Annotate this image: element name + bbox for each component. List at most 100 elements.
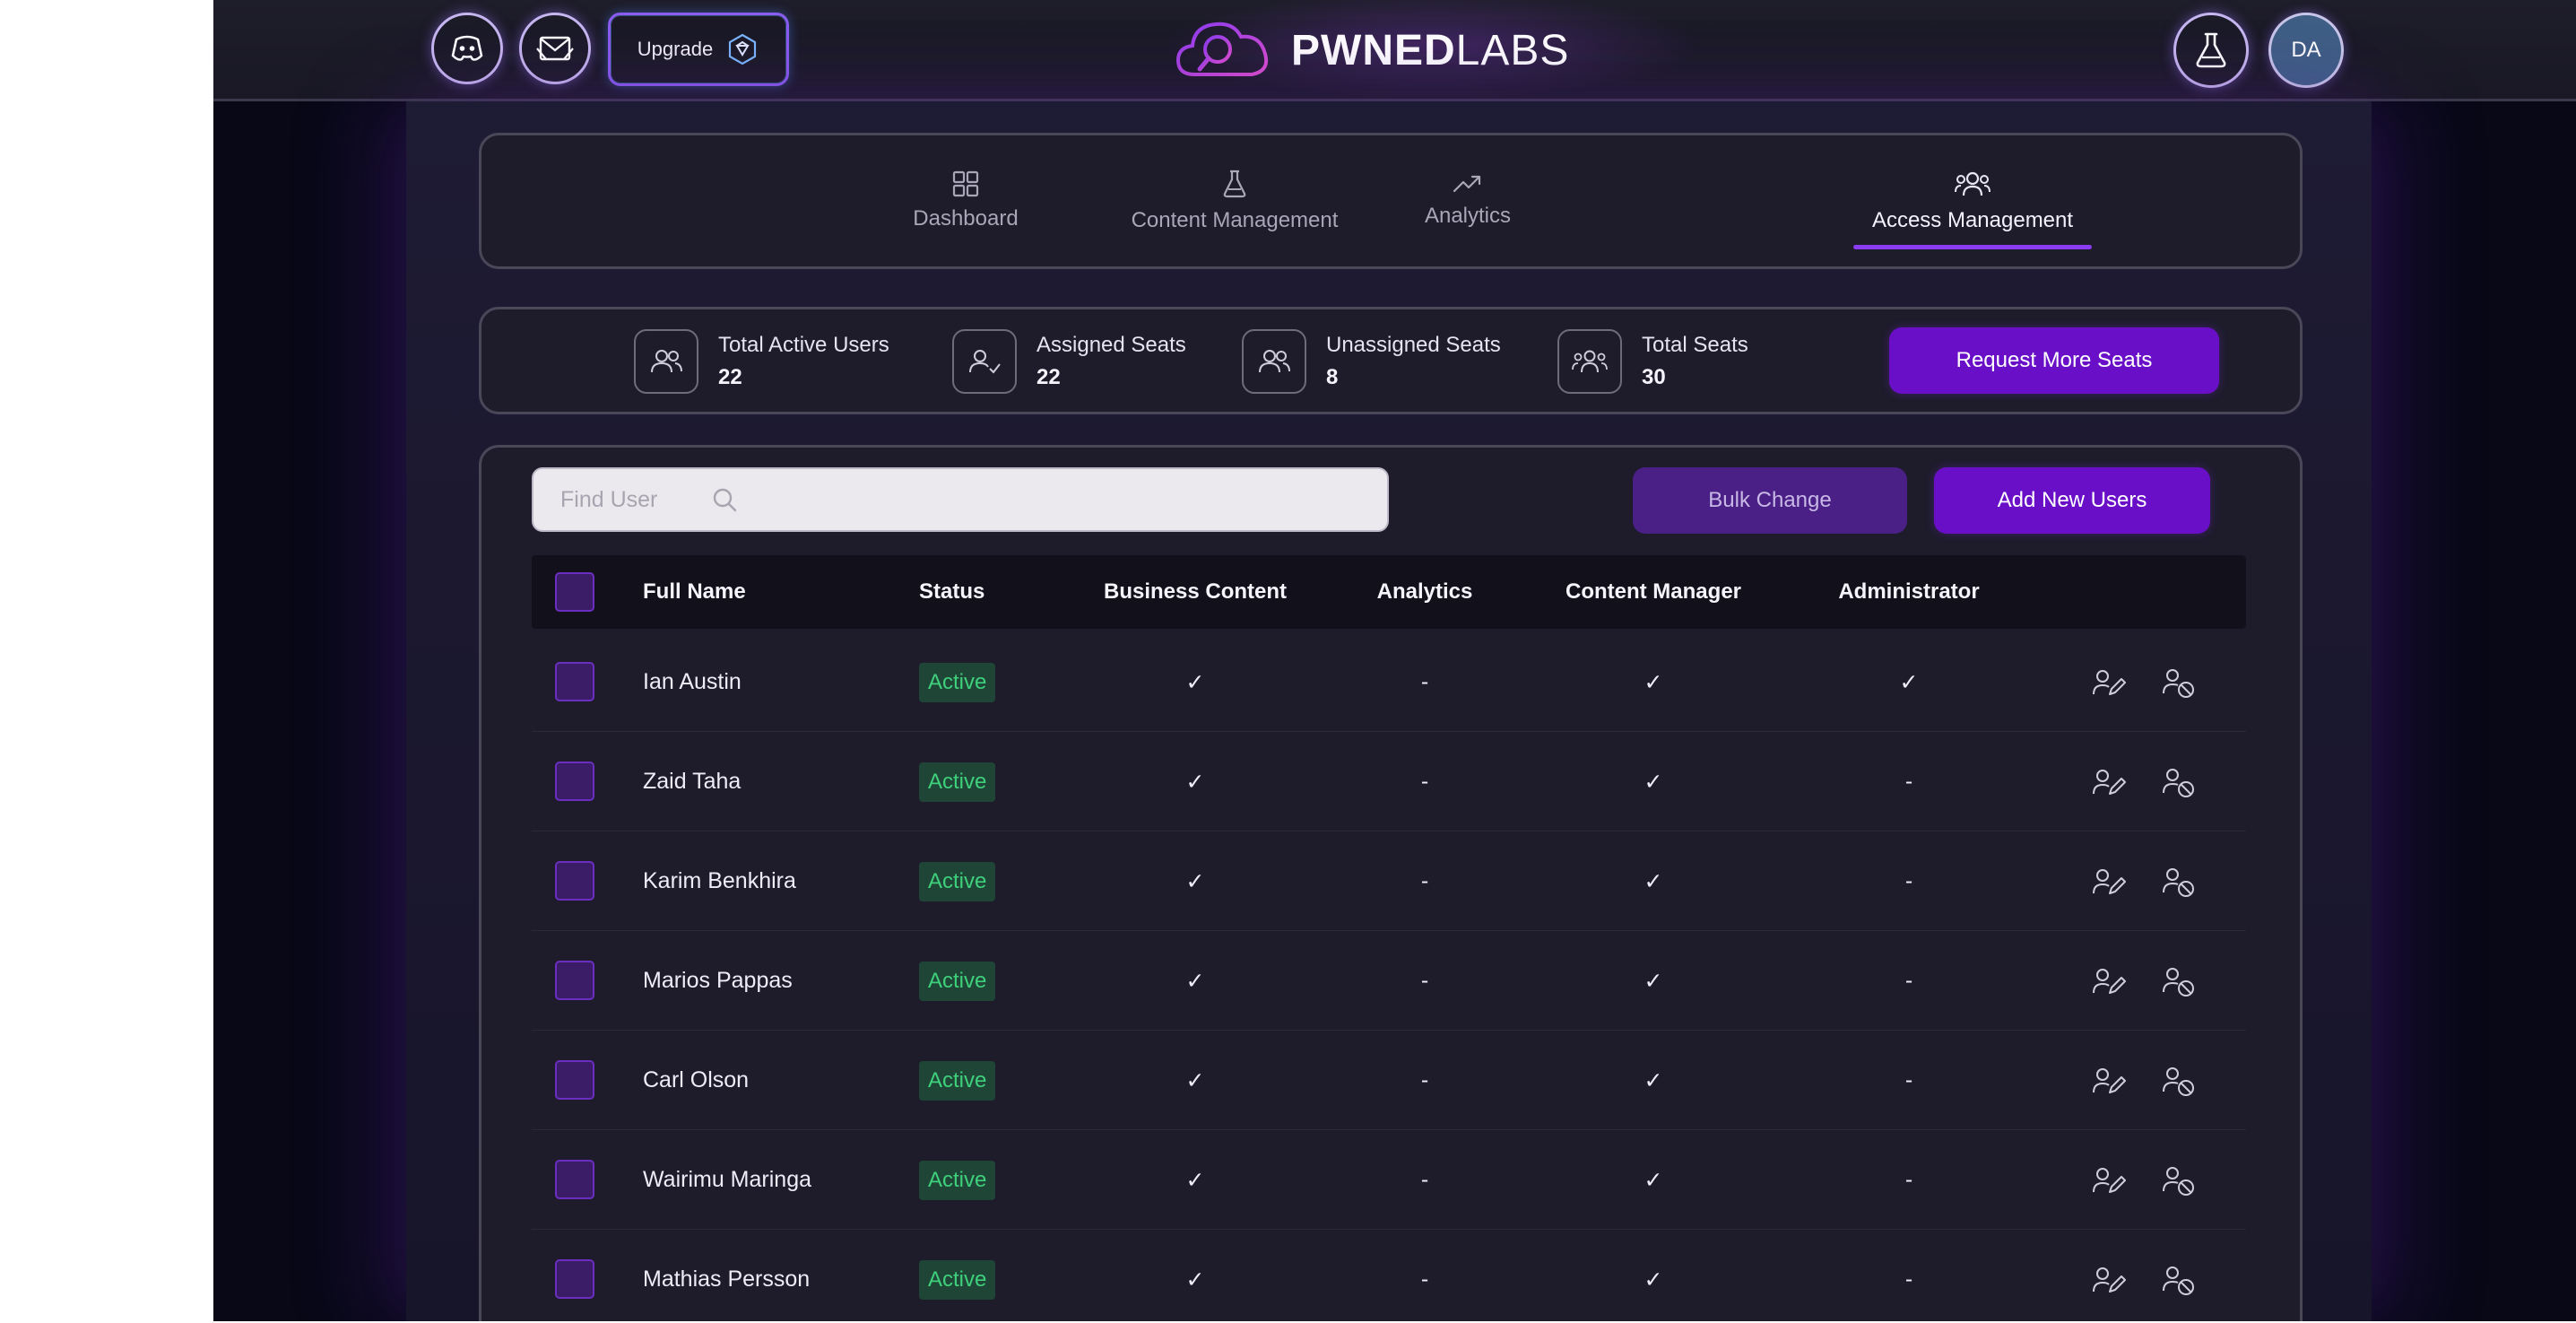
user-full-name: Karim Benkhira	[643, 868, 796, 893]
edit-user-button[interactable]	[2090, 1162, 2128, 1199]
user-remove-icon	[2163, 769, 2194, 797]
stat-label: Total Active Users	[718, 333, 889, 357]
avatar-initials: DA	[2291, 38, 2321, 62]
select-all-checkbox[interactable]	[555, 572, 594, 612]
upgrade-label: Upgrade	[637, 38, 714, 60]
row-checkbox[interactable]	[555, 961, 594, 1000]
row-checkbox[interactable]	[555, 1060, 594, 1100]
remove-user-button[interactable]	[2160, 1261, 2198, 1299]
logo-text-bold: PWNED	[1291, 26, 1456, 74]
row-checkbox[interactable]	[555, 662, 594, 701]
edit-user-button[interactable]	[2090, 1062, 2128, 1100]
tab-access-management-label: Access Management	[1871, 208, 2074, 232]
content-manager-value: ✓	[1644, 769, 1663, 795]
status-cell: Active	[919, 732, 996, 831]
edit-user-button[interactable]	[2090, 664, 2128, 701]
tab-dashboard[interactable]: Dashboard	[858, 135, 1073, 266]
edit-user-button[interactable]	[2090, 962, 2128, 1000]
row-checkbox[interactable]	[555, 762, 594, 801]
tab-content-management[interactable]: Content Management	[1100, 135, 1369, 266]
newsletter-button[interactable]	[519, 13, 591, 84]
administrator-value: -	[1904, 1067, 1913, 1092]
analytics-value: -	[1420, 868, 1429, 893]
logo-text: PWNEDLABS	[1291, 26, 1569, 75]
labs-button[interactable]	[2173, 13, 2249, 88]
status-cell: Active	[919, 632, 996, 732]
user-edit-icon	[2093, 1267, 2126, 1293]
user-edit-icon	[2093, 869, 2126, 894]
edit-user-button[interactable]	[2090, 763, 2128, 801]
tab-analytics-label: Analytics	[1424, 204, 1512, 228]
column-header-status[interactable]: Status	[919, 555, 984, 629]
column-header-content-manager[interactable]: Content Manager	[1566, 555, 1741, 629]
row-checkbox[interactable]	[555, 1259, 594, 1299]
table-header: Full Name Status Business Content Analyt…	[532, 555, 2246, 629]
newsletter-icon	[536, 36, 574, 61]
administrator-value: ✓	[1899, 669, 1919, 695]
request-more-seats-button[interactable]: Request More Seats	[1889, 327, 2219, 394]
edit-user-button[interactable]	[2090, 863, 2128, 901]
flask-icon	[2196, 32, 2226, 68]
stat-total-active-users: Total Active Users 22	[634, 327, 889, 396]
table-row: Ian Austin Active ✓ - ✓ ✓	[532, 632, 2246, 732]
remove-user-button[interactable]	[2160, 664, 2198, 701]
remove-user-button[interactable]	[2160, 1062, 2198, 1100]
bulk-change-button[interactable]: Bulk Change	[1633, 467, 1907, 534]
active-tab-indicator	[1853, 245, 2092, 249]
user-edit-icon	[2093, 770, 2126, 795]
remove-user-button[interactable]	[2160, 763, 2198, 801]
table-row: Carl Olson Active ✓ - ✓ -	[532, 1031, 2246, 1130]
status-badge: Active	[919, 961, 996, 1001]
discord-button[interactable]	[431, 13, 503, 84]
users-icon	[1955, 171, 1991, 196]
edit-user-button[interactable]	[2090, 1261, 2128, 1299]
app-window: Upgrade PWNEDLABS DA Dashboard Content M…	[213, 0, 2576, 1321]
tab-content-management-label: Content Management	[1131, 208, 1339, 232]
status-cell: Active	[919, 1130, 996, 1230]
user-full-name: Zaid Taha	[643, 769, 742, 794]
status-badge: Active	[919, 861, 996, 901]
remove-user-button[interactable]	[2160, 1162, 2198, 1199]
user-edit-icon	[2093, 1168, 2126, 1193]
column-header-analytics[interactable]: Analytics	[1377, 555, 1473, 629]
remove-user-button[interactable]	[2160, 863, 2198, 901]
user-edit-icon	[2093, 969, 2126, 994]
stat-label: Unassigned Seats	[1326, 333, 1501, 357]
status-badge: Active	[919, 662, 996, 702]
user-remove-icon	[2163, 1167, 2194, 1196]
search-input[interactable]	[560, 486, 695, 513]
remove-user-button[interactable]	[2160, 962, 2198, 1000]
stat-label: Total Seats	[1642, 333, 1748, 357]
pwned-labs-logo[interactable]: PWNEDLABS	[1175, 13, 1569, 88]
analytics-value: -	[1420, 968, 1429, 993]
status-badge: Active	[919, 1060, 996, 1101]
analytics-value: -	[1420, 669, 1429, 694]
stat-value: 8	[1326, 365, 1339, 389]
users-icon	[1242, 329, 1306, 394]
diamond-icon	[729, 33, 757, 65]
column-header-business-content[interactable]: Business Content	[1104, 555, 1287, 629]
add-new-users-button[interactable]: Add New Users	[1934, 467, 2210, 534]
column-header-full-name[interactable]: Full Name	[643, 555, 746, 629]
table-row: Mathias Persson Active ✓ - ✓ -	[532, 1230, 2246, 1321]
user-avatar[interactable]: DA	[2268, 13, 2344, 88]
find-user-search[interactable]	[532, 467, 1389, 532]
row-checkbox[interactable]	[555, 1160, 594, 1199]
column-header-administrator[interactable]: Administrator	[1838, 555, 1979, 629]
search-icon	[713, 488, 737, 512]
stat-unassigned-seats: Unassigned Seats 8	[1242, 327, 1501, 396]
discord-icon	[451, 35, 483, 61]
user-full-name: Carl Olson	[643, 1067, 750, 1092]
status-cell: Active	[919, 831, 996, 931]
table-row: Karim Benkhira Active ✓ - ✓ -	[532, 831, 2246, 931]
user-full-name: Wairimu Maringa	[643, 1167, 812, 1192]
business-content-value: ✓	[1185, 769, 1205, 795]
tab-analytics[interactable]: Analytics	[1387, 135, 1548, 266]
status-cell: Active	[919, 1230, 996, 1321]
status-cell: Active	[919, 1031, 996, 1130]
analytics-value: -	[1420, 1167, 1429, 1192]
flask-icon	[1223, 170, 1246, 198]
upgrade-button[interactable]: Upgrade	[608, 13, 789, 86]
row-checkbox[interactable]	[555, 861, 594, 901]
table-row: Wairimu Maringa Active ✓ - ✓ -	[532, 1130, 2246, 1230]
